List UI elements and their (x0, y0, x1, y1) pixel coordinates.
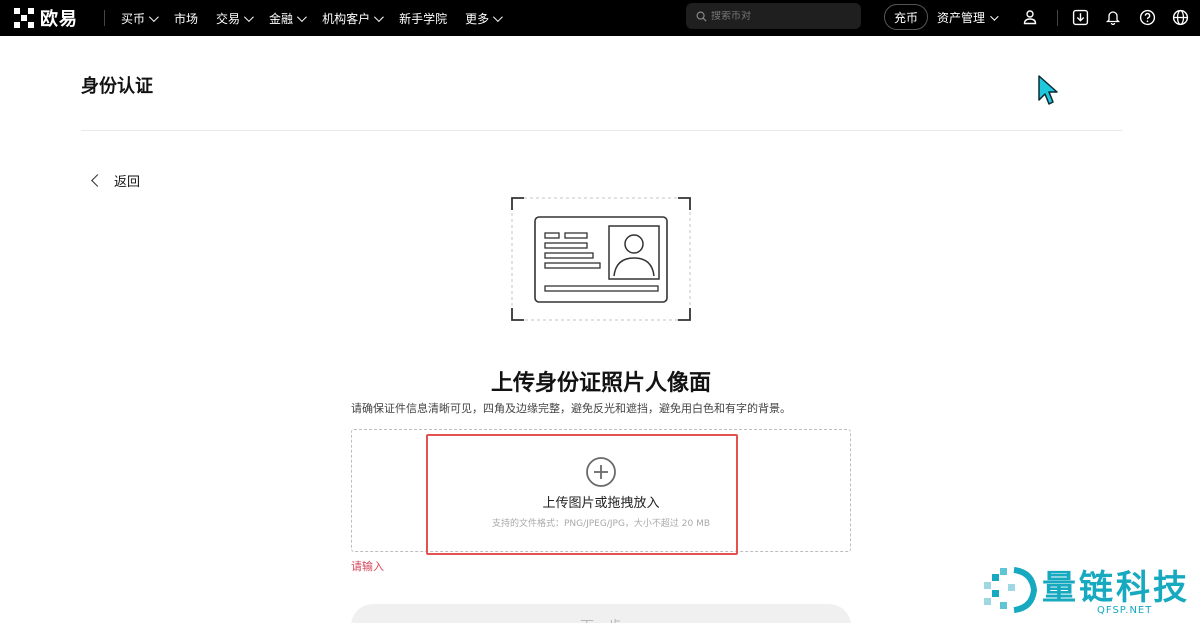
nav-item-more[interactable]: 更多 (465, 10, 503, 27)
nav-item-buy-crypto[interactable]: 买币 (121, 10, 159, 27)
watermark-text: 量链科技 (1042, 568, 1190, 608)
dropzone-hint: 支持的文件格式：PNG/JPEG/JPG，大小不超过 20 MB (491, 519, 711, 529)
upload-description: 请确保证件信息清晰可见，四角及边缘完整，避免反光和遮挡，避免用白色和有字的背景。 (351, 402, 791, 415)
asset-management-menu[interactable]: 资产管理 (937, 9, 999, 26)
nav-item-institutional[interactable]: 机构客户 (322, 10, 384, 27)
logo[interactable]: 欧易 (14, 7, 78, 30)
id-card-front-icon (511, 197, 691, 321)
help-icon[interactable] (1136, 6, 1158, 28)
search-icon (696, 11, 707, 22)
page-title: 身份认证 (81, 76, 153, 97)
nav-item-learn[interactable]: 新手学院 (399, 10, 447, 27)
next-button[interactable]: 下一步 (351, 604, 851, 623)
header-divider (81, 130, 1122, 131)
error-message: 请输入 (351, 560, 384, 573)
chevron-down-icon (297, 11, 307, 22)
deposit-button[interactable]: 充币 (884, 4, 928, 30)
okx-logo-icon (14, 8, 34, 28)
watermark-logo-icon (984, 567, 1038, 613)
globe-icon[interactable] (1169, 6, 1191, 28)
search-box[interactable] (686, 3, 861, 29)
back-label: 返回 (114, 175, 141, 190)
upload-title: 上传身份证照片人像面 (490, 371, 711, 396)
top-navbar: 欧易 买币 市场 交易 金融 机构客户 新手学院 更多 充币 资产管理 (0, 0, 1200, 36)
plus-circle-icon[interactable] (585, 456, 617, 488)
nav-item-trade[interactable]: 交易 (216, 10, 254, 27)
back-link[interactable]: 返回 (91, 171, 141, 190)
logo-text: 欧易 (40, 9, 78, 30)
toolbar-divider (1057, 10, 1058, 26)
bell-icon[interactable] (1102, 6, 1124, 28)
chevron-left-icon (91, 174, 104, 187)
watermark-subtext: QFSP.NET (1097, 605, 1153, 616)
chevron-down-icon (244, 11, 254, 22)
chevron-down-icon (148, 11, 159, 22)
download-icon[interactable] (1069, 6, 1091, 28)
search-input[interactable] (711, 10, 851, 22)
chevron-down-icon (990, 11, 999, 21)
nav-item-market[interactable]: 市场 (174, 10, 198, 27)
nav-divider (104, 10, 105, 26)
nav-item-finance[interactable]: 金融 (269, 10, 307, 27)
chevron-down-icon (374, 11, 384, 22)
user-icon[interactable] (1019, 6, 1041, 28)
main-nav: 买币 市场 交易 金融 机构客户 新手学院 更多 (121, 0, 518, 36)
upload-dropzone[interactable] (351, 429, 851, 552)
dropzone-label: 上传图片或拖拽放入 (542, 496, 660, 511)
cursor-icon (1038, 75, 1058, 105)
chevron-down-icon (493, 11, 503, 22)
